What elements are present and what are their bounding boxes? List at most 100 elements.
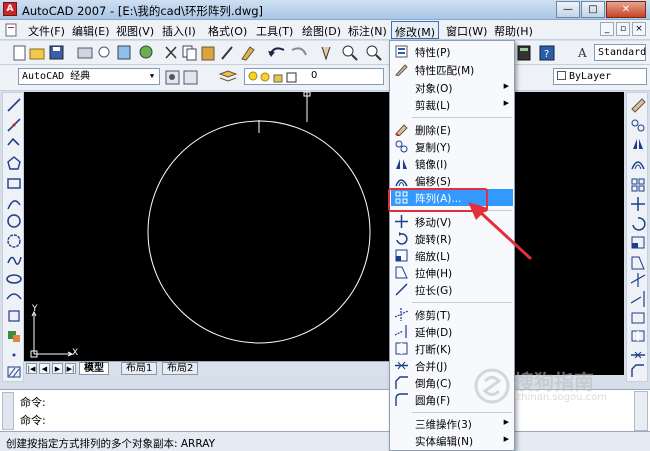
first-tab-button[interactable]: |◀ [26,363,37,374]
pan-icon[interactable] [321,46,331,61]
menu-item-3d-operations[interactable]: 三维操作(3) ▶ [391,415,513,432]
menu-item-lengthen[interactable]: 拉长(G) [391,281,513,298]
break-tb-icon[interactable] [631,330,645,342]
new-icon[interactable] [13,45,26,61]
text-style-icon[interactable]: A [577,44,590,61]
open-icon[interactable] [29,48,45,60]
layer-manager-icon[interactable] [218,70,238,82]
rectangle-icon[interactable] [7,178,21,189]
tab-layout1[interactable]: 布局1 [121,362,158,375]
dwf-icon[interactable] [139,45,153,59]
workspace-settings-icon[interactable] [165,70,180,85]
plot-preview-icon[interactable] [98,46,110,58]
menu-item-object[interactable]: 对象(O) ▶ [391,79,513,96]
make-block-icon[interactable] [8,331,20,342]
paste-icon[interactable] [201,46,215,61]
menu-item-mirror[interactable]: 镜像(I) [391,155,513,172]
ellipse-arc-icon[interactable] [6,293,22,300]
match-prop-tb-icon[interactable] [221,46,233,60]
menu-item-offset[interactable]: 偏移(S) [391,172,513,189]
menu-edit[interactable]: 编辑(E) [72,23,110,39]
trim-tb-icon[interactable] [630,273,646,287]
scale-tb-icon[interactable] [631,236,645,249]
mirror-tb-icon[interactable] [633,139,643,149]
arc-icon[interactable] [7,200,21,210]
move-tb-icon[interactable] [631,197,645,211]
plot-icon[interactable] [77,47,93,59]
menu-modify[interactable]: 修改(M) [391,21,440,39]
redo-icon[interactable] [291,47,307,56]
circle-icon[interactable] [7,214,21,228]
command-window-grip[interactable] [2,392,14,430]
revcloud-icon[interactable] [7,234,21,248]
point-icon[interactable] [12,353,16,357]
menu-item-match-properties[interactable]: 特性匹配(M) [391,61,513,78]
menu-item-properties[interactable]: 特性(P) [391,43,513,60]
doc-restore-button[interactable]: ▫ [616,22,630,36]
extend-tb-icon[interactable] [630,291,645,307]
construction-line-icon[interactable] [7,118,21,132]
menu-window[interactable]: 窗口(W) [446,23,487,39]
menu-view[interactable]: 视图(V) [116,23,154,39]
doc-minimize-button[interactable]: _ [600,22,614,36]
publish-icon[interactable] [117,45,131,60]
menu-item-copy[interactable]: 复制(Y) [391,138,513,155]
lock-icon[interactable] [273,74,283,83]
zoom-realtime-icon[interactable] [342,45,358,61]
menu-item-erase[interactable]: 删除(E) [391,121,513,138]
tab-layout2[interactable]: 布局2 [162,362,199,375]
ellipse-icon[interactable] [6,274,22,284]
block-editor-icon[interactable] [241,46,255,61]
menu-item-break[interactable]: 打断(K) [391,340,513,357]
sun-icon[interactable] [260,72,270,82]
stretch-tb-icon[interactable] [631,256,645,270]
break-point-tb-icon[interactable] [631,312,645,324]
menu-item-stretch[interactable]: 拉伸(H) [391,264,513,281]
workspace-combo[interactable]: AutoCAD 经典 ▼ [18,68,160,85]
autocad-app-icon[interactable]: A [3,2,17,16]
close-button[interactable]: ✕ [606,1,646,18]
menu-tools[interactable]: 工具(T) [256,23,293,39]
linetype-combo[interactable]: ByLayer [553,68,647,85]
offset-tb-icon[interactable] [631,161,645,170]
insert-block-icon[interactable] [8,310,20,322]
menu-dimension[interactable]: 标注(N) [348,23,387,39]
hatch-icon[interactable] [7,366,21,378]
polygon-icon[interactable] [7,156,21,170]
tab-model[interactable]: 模型 [79,362,109,375]
layer-combo[interactable]: 0 [244,68,384,85]
doc-close-button[interactable]: × [632,22,646,36]
help-icon[interactable]: ? [539,45,555,61]
join-tb-icon[interactable] [631,351,645,359]
next-tab-button[interactable]: ▶ [52,363,63,374]
rotate-tb-icon[interactable] [632,217,646,231]
maximize-button[interactable]: □ [581,1,605,18]
spline-icon[interactable] [7,256,22,265]
menu-insert[interactable]: 插入(I) [162,23,196,39]
minimize-button[interactable]: — [556,1,580,18]
menu-item-solid-editing[interactable]: 实体编辑(N) ▶ [391,432,513,449]
menu-format[interactable]: 格式(O) [208,23,247,39]
command-prompt[interactable]: 命令: [20,412,46,428]
erase-tb-icon[interactable] [631,98,646,113]
prev-tab-button[interactable]: ◀ [39,363,50,374]
menu-icon[interactable] [4,23,18,40]
undo-icon[interactable] [268,47,285,57]
menu-item-clip[interactable]: 剪裁(L) ▶ [391,96,513,113]
menu-file[interactable]: 文件(F) [28,23,65,39]
circle-entity[interactable] [147,120,371,344]
copy-clip-icon[interactable] [182,45,197,61]
menu-item-trim[interactable]: 修剪(T) [391,306,513,323]
workspace-grid-icon[interactable] [183,70,198,85]
menu-help[interactable]: 帮助(H) [494,23,533,39]
polyline-icon[interactable] [7,137,20,146]
copy-tb-icon[interactable] [631,119,645,132]
cut-icon[interactable] [165,46,177,59]
zoom-window-icon[interactable] [366,45,382,61]
calculator-icon[interactable] [517,45,531,61]
lightbulb-icon[interactable] [248,71,258,81]
menu-draw[interactable]: 绘图(D) [302,23,341,39]
line-icon[interactable] [7,98,21,112]
last-tab-button[interactable]: ▶| [65,363,76,374]
array-tb-icon[interactable] [631,178,645,192]
